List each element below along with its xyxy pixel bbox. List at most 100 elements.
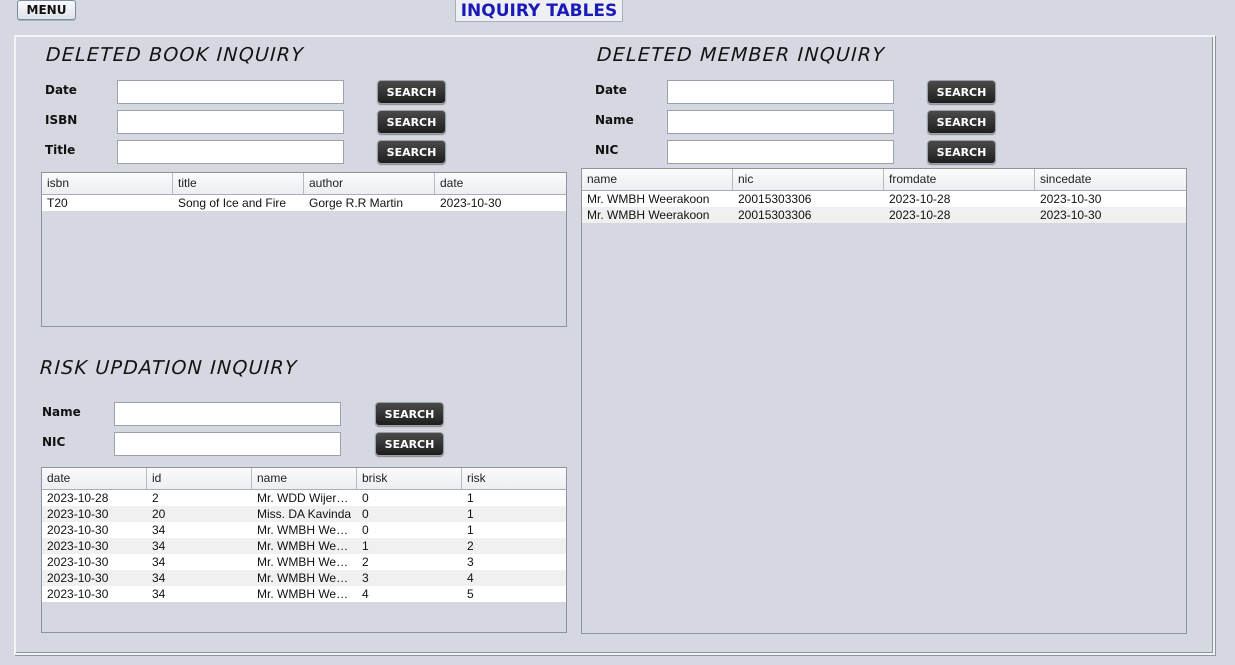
member-inquiry-title: DELETED MEMBER INQUIRY <box>596 44 886 66</box>
table-row[interactable]: 2023-10-30 34 Mr. WMBH Wee... 4 5 <box>42 586 566 602</box>
table-cell: 2 <box>362 555 369 569</box>
table-cell: Mr. WMBH Wee... <box>257 523 353 537</box>
column-header-name[interactable]: name <box>252 468 357 489</box>
risk-nic-label: NIC <box>42 435 66 449</box>
column-header-name[interactable]: name <box>582 169 733 190</box>
table-cell: Song of Ice and Fire <box>178 196 287 210</box>
table-cell: 5 <box>467 587 474 601</box>
table-header: name nic fromdate sincedate <box>582 169 1186 191</box>
table-row[interactable]: 2023-10-30 34 Mr. WMBH Wee... 3 4 <box>42 570 566 586</box>
table-cell: 2023-10-28 <box>889 208 951 222</box>
table-cell: 1 <box>362 539 369 553</box>
column-header-sincedate[interactable]: sincedate <box>1035 169 1186 190</box>
table-row[interactable]: 2023-10-30 34 Mr. WMBH Wee... 1 2 <box>42 538 566 554</box>
table-cell: Mr. WDD Wijera... <box>257 491 353 505</box>
risk-inquiry-table[interactable]: date id name brisk risk 2023-10-28 2 Mr.… <box>41 467 567 633</box>
book-inquiry-table[interactable]: isbn title author date T20 Song of Ice a… <box>41 172 567 327</box>
column-header-nic[interactable]: nic <box>733 169 884 190</box>
column-header-fromdate[interactable]: fromdate <box>884 169 1035 190</box>
table-cell: 20015303306 <box>738 192 812 206</box>
table-cell: 0 <box>362 523 369 537</box>
table-cell: Mr. WMBH Weerakoon <box>587 208 710 222</box>
table-cell: 2023-10-30 <box>47 523 109 537</box>
table-cell: Mr. WMBH Wee... <box>257 587 353 601</box>
table-cell: Gorge R.R Martin <box>309 196 404 210</box>
table-cell: 3 <box>362 571 369 585</box>
table-cell: 0 <box>362 507 369 521</box>
member-name-search-button[interactable]: SEARCH <box>927 110 996 134</box>
book-date-input[interactable] <box>117 80 344 104</box>
table-cell: 2023-10-30 <box>47 507 109 521</box>
table-cell: 2023-10-30 <box>47 571 109 585</box>
member-inquiry-table[interactable]: name nic fromdate sincedate Mr. WMBH Wee… <box>581 168 1187 634</box>
table-row[interactable]: 2023-10-28 2 Mr. WDD Wijera... 0 1 <box>42 490 566 506</box>
member-date-input[interactable] <box>667 80 894 104</box>
risk-inquiry-title: RISK UPDATION INQUIRY <box>39 357 299 379</box>
member-date-label: Date <box>595 83 627 97</box>
table-row[interactable]: Mr. WMBH Weerakoon 20015303306 2023-10-2… <box>582 191 1186 207</box>
table-cell: 2023-10-30 <box>1040 192 1102 206</box>
column-header-author[interactable]: author <box>304 173 435 194</box>
column-header-date[interactable]: date <box>435 173 566 194</box>
table-cell: Miss. DA Kavinda <box>257 507 352 521</box>
risk-name-search-button[interactable]: SEARCH <box>375 402 444 426</box>
book-title-search-button[interactable]: SEARCH <box>377 140 446 164</box>
risk-nic-search-button[interactable]: SEARCH <box>375 432 444 456</box>
book-date-search-button[interactable]: SEARCH <box>377 80 446 104</box>
table-cell: 34 <box>152 555 166 569</box>
table-row[interactable]: 2023-10-30 34 Mr. WMBH Wee... 2 3 <box>42 554 566 570</box>
table-cell: Mr. WMBH Weerakoon <box>587 192 710 206</box>
menu-button[interactable]: MENU <box>17 0 76 20</box>
table-cell: 1 <box>467 523 474 537</box>
table-cell: 3 <box>467 555 474 569</box>
column-header-date[interactable]: date <box>42 468 147 489</box>
table-cell: 34 <box>152 571 166 585</box>
table-cell: 34 <box>152 587 166 601</box>
table-row[interactable]: 2023-10-30 34 Mr. WMBH Wee... 0 1 <box>42 522 566 538</box>
table-cell: 20015303306 <box>738 208 812 222</box>
member-date-search-button[interactable]: SEARCH <box>927 80 996 104</box>
table-cell: 20 <box>152 507 166 521</box>
column-header-isbn[interactable]: isbn <box>42 173 173 194</box>
member-name-input[interactable] <box>667 110 894 134</box>
column-header-brisk[interactable]: brisk <box>357 468 462 489</box>
page-title: INQUIRY TABLES <box>455 0 623 22</box>
risk-name-input[interactable] <box>114 402 341 426</box>
book-isbn-input[interactable] <box>117 110 344 134</box>
member-name-label: Name <box>595 113 634 127</box>
book-isbn-search-button[interactable]: SEARCH <box>377 110 446 134</box>
table-cell: 2023-10-30 <box>1040 208 1102 222</box>
table-cell: 2 <box>467 539 474 553</box>
member-nic-input[interactable] <box>667 140 894 164</box>
table-cell: Mr. WMBH Wee... <box>257 539 353 553</box>
book-title-input[interactable] <box>117 140 344 164</box>
table-cell: T20 <box>47 196 68 210</box>
member-nic-label: NIC <box>595 143 619 157</box>
table-cell: 4 <box>362 587 369 601</box>
table-cell: 1 <box>467 491 474 505</box>
book-inquiry-title: DELETED BOOK INQUIRY <box>45 44 305 66</box>
table-cell: 2023-10-30 <box>47 587 109 601</box>
column-header-title[interactable]: title <box>173 173 304 194</box>
table-cell: 2023-10-30 <box>47 539 109 553</box>
table-cell: 2 <box>152 491 159 505</box>
table-row[interactable]: 2023-10-30 20 Miss. DA Kavinda 0 1 <box>42 506 566 522</box>
table-cell: Mr. WMBH Wee... <box>257 555 353 569</box>
table-header: date id name brisk risk <box>42 468 566 490</box>
table-cell: Mr. WMBH Wee... <box>257 571 353 585</box>
risk-nic-input[interactable] <box>114 432 341 456</box>
book-title-label: Title <box>45 143 76 157</box>
table-cell: 2023-10-30 <box>47 555 109 569</box>
table-cell: 34 <box>152 523 166 537</box>
column-header-risk[interactable]: risk <box>462 468 566 489</box>
table-cell: 2023-10-28 <box>889 192 951 206</box>
table-cell: 2023-10-30 <box>440 196 502 210</box>
book-date-label: Date <box>45 83 77 97</box>
table-cell: 0 <box>362 491 369 505</box>
table-row[interactable]: Mr. WMBH Weerakoon 20015303306 2023-10-2… <box>582 207 1186 223</box>
table-row[interactable]: T20 Song of Ice and Fire Gorge R.R Marti… <box>42 195 566 211</box>
column-header-id[interactable]: id <box>147 468 252 489</box>
member-nic-search-button[interactable]: SEARCH <box>927 140 996 164</box>
book-isbn-label: ISBN <box>45 113 78 127</box>
table-header: isbn title author date <box>42 173 566 195</box>
